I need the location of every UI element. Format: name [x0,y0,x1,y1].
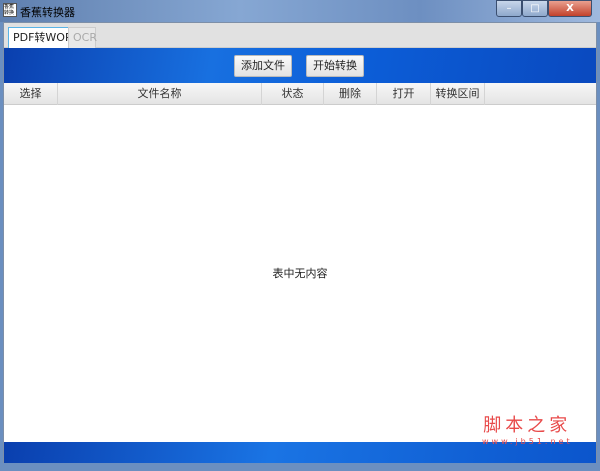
close-button[interactable]: X [548,0,592,17]
column-header-status[interactable]: 状态 [262,83,324,105]
watermark-title: 脚本之家 [483,415,572,436]
app-icon: 香蕉转换 [3,3,17,17]
maximize-button[interactable]: □ [522,0,548,17]
tab-ocr[interactable]: OCR [68,27,97,48]
minimize-button[interactable]: – [496,0,522,17]
watermark-url: www.jb51.net [482,437,573,446]
column-header-filename[interactable]: 文件名称 [58,83,262,105]
title-bar: 香蕉转换 香蕉转换器 – □ X [0,0,600,22]
watermark: 脚本之家 www.jb51.net [482,411,573,446]
start-convert-button[interactable]: 开始转换 [306,55,364,77]
add-file-button[interactable]: 添加文件 [234,55,292,77]
main-window: PDF转WORD OCR 添加文件 开始转换 选择 文件名称 状态 删除 打开 … [3,22,597,463]
tab-bar: PDF转WORD OCR [4,23,596,48]
column-header-range[interactable]: 转换区间 [431,83,485,105]
empty-placeholder: 表中无内容 [272,267,328,280]
column-header-select[interactable]: 选择 [4,83,58,105]
column-header-delete[interactable]: 删除 [324,83,377,105]
table-body: 表中无内容 [4,105,596,442]
toolbar: 添加文件 开始转换 [4,48,596,83]
window-title: 香蕉转换器 [20,6,75,19]
table-header: 选择 文件名称 状态 删除 打开 转换区间 [4,83,596,105]
column-header-open[interactable]: 打开 [377,83,431,105]
